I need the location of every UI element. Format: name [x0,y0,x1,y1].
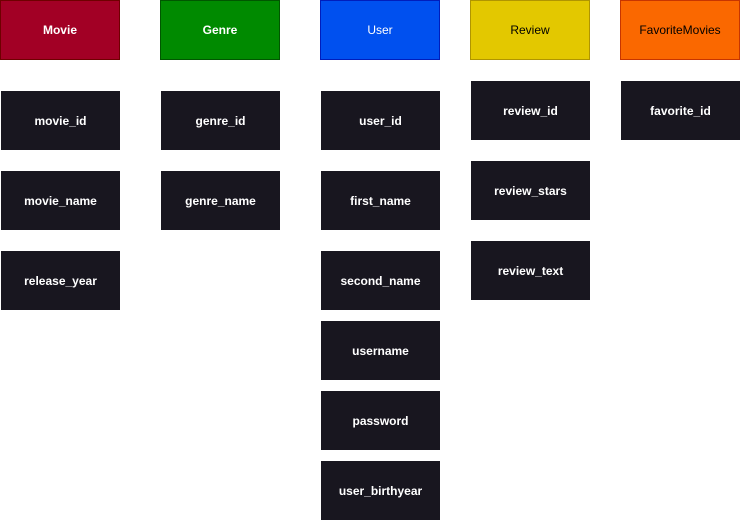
entity-header-label: Review [510,23,550,37]
entity-header-genre: Genre [160,0,280,60]
field-movie-name: movie_name [1,171,120,230]
field-review-stars: review_stars [471,161,590,220]
field-username: username [321,321,440,380]
diagram-canvas: Movie movie_id movie_name release_year G… [0,0,741,521]
field-release-year: release_year [1,251,120,310]
entity-header-label: FavoriteMovies [639,23,721,37]
entity-header-review: Review [470,0,590,60]
field-second-name: second_name [321,251,440,310]
field-user-id: user_id [321,91,440,150]
field-review-id: review_id [471,81,590,140]
field-movie-id: movie_id [1,91,120,150]
field-review-text: review_text [471,241,590,300]
field-genre-id: genre_id [161,91,280,150]
field-password: password [321,391,440,450]
entity-header-label: Movie [42,23,77,37]
field-user-birthyear: user_birthyear [321,461,440,520]
entity-header-user: User [320,0,440,60]
field-first-name: first_name [321,171,440,230]
entity-header-favoritemovies: FavoriteMovies [620,0,740,60]
field-favorite-id: favorite_id [621,81,740,140]
entity-header-movie: Movie [0,0,120,60]
field-genre-name: genre_name [161,171,280,230]
entity-header-label: User [367,23,393,37]
entity-header-label: Genre [202,23,238,37]
